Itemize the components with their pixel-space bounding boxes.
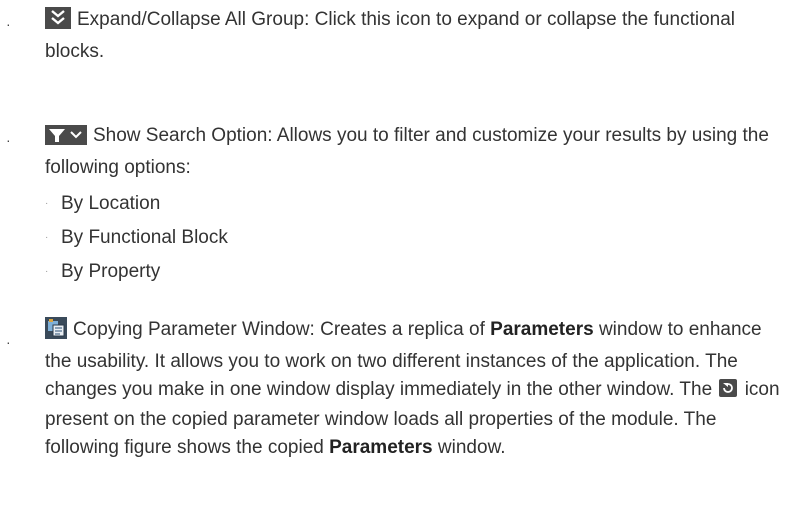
search-option-item: Show Search Option: Allows you to filter… <box>45 122 780 182</box>
reload-icon <box>719 378 738 406</box>
parameters-bold: Parameters <box>490 319 594 340</box>
search-option-description: Show Search Option: Allows you to filter… <box>45 125 769 178</box>
filter-dropdown-icon <box>45 125 87 154</box>
copy-parameter-window-item: Copying Parameter Window: Creates a repl… <box>45 316 780 462</box>
option-by-property: By Property <box>61 261 161 282</box>
bullet: · <box>6 16 11 32</box>
parameters-bold-2: Parameters <box>329 437 433 458</box>
expand-collapse-description: Expand/Collapse All Group: Click this ic… <box>45 9 735 62</box>
copy-parameter-text-1: Copying Parameter Window: Creates a repl… <box>73 319 491 340</box>
copy-parameter-text-4: window. <box>432 437 506 458</box>
expand-collapse-item: Expand/Collapse All Group: Click this ic… <box>45 6 780 66</box>
option-by-functional-block: By Functional Block <box>61 227 228 248</box>
bullet: · <box>6 132 11 148</box>
bullet: · <box>6 334 11 350</box>
double-chevron-down-icon <box>45 7 71 38</box>
copy-parameter-window-icon <box>45 317 67 348</box>
option-by-location: By Location <box>61 193 161 214</box>
document-page: · Expand/Collapse All Group: Click this … <box>0 0 785 515</box>
